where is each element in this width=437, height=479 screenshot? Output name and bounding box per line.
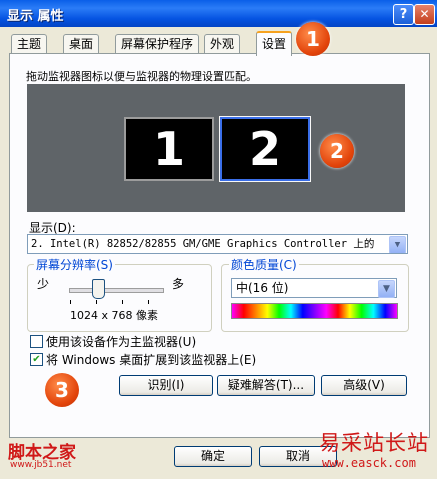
tab-settings[interactable]: 设置 [256,31,293,56]
monitor-2-icon[interactable]: 2 [219,116,311,182]
tab-desktop[interactable]: 桌面 [63,34,100,54]
ok-button[interactable]: 确定 [174,446,252,467]
advanced-button[interactable]: 高级(V) [321,375,407,396]
slider-tick [96,300,97,304]
color-quality-group [221,264,409,332]
watermark-right-url: www.easck.com [322,456,416,470]
slider-tick [70,300,71,304]
display-select[interactable]: 2. Intel(R) 82852/82855 GM/GME Graphics … [27,234,408,254]
instruction-text: 拖动监视器图标以便与监视器的物理设置匹配。 [26,70,257,83]
watermark-right: 易采站长站 [319,431,429,455]
title-bar: 显示 属性 ? ✕ [0,0,437,27]
callout-2: 2 [320,134,354,168]
identify-button[interactable]: 识别(I) [119,375,213,396]
resolution-less-label: 少 [37,277,50,291]
display-select-value: 2. Intel(R) 82852/82855 GM/GME Graphics … [31,238,375,250]
primary-monitor-label[interactable]: 使用该设备作为主监视器(U) [46,333,196,350]
slider-tick [148,300,149,304]
color-quality-title: 颜色质量(C) [229,256,299,273]
window-title: 显示 属性 [7,9,64,24]
resolution-more-label: 多 [172,277,185,291]
color-quality-select[interactable]: 中(16 位) ▼ [231,278,397,298]
extend-desktop-label[interactable]: 将 Windows 桌面扩展到该监视器上(E) [46,351,256,368]
extend-desktop-checkbox[interactable]: ✔ [30,353,43,366]
color-quality-value: 中(16 位) [236,281,289,295]
tab-appearance[interactable]: 外观 [204,34,241,54]
tab-screensaver[interactable]: 屏幕保护程序 [115,34,200,54]
resolution-title: 屏幕分辨率(S) [34,256,115,273]
slider-tick [122,300,123,304]
callout-1: 1 [296,22,330,56]
resolution-slider-track[interactable] [69,288,164,293]
watermark-left-url: www.jb51.net [10,460,72,470]
resolution-slider-thumb[interactable] [92,279,105,299]
troubleshoot-button[interactable]: 疑难解答(T)... [217,375,315,396]
tab-theme[interactable]: 主题 [11,34,48,54]
chevron-down-icon[interactable]: ▼ [378,280,395,298]
primary-monitor-checkbox[interactable] [30,335,43,348]
close-button[interactable]: ✕ [414,4,435,25]
resolution-value: 1024 x 768 像素 [70,309,158,322]
chevron-down-icon[interactable]: ▼ [389,236,406,253]
help-button[interactable]: ? [393,4,414,25]
color-spectrum-bar [231,303,398,319]
callout-3: 3 [45,373,79,407]
monitor-1-icon[interactable]: 1 [124,117,214,181]
